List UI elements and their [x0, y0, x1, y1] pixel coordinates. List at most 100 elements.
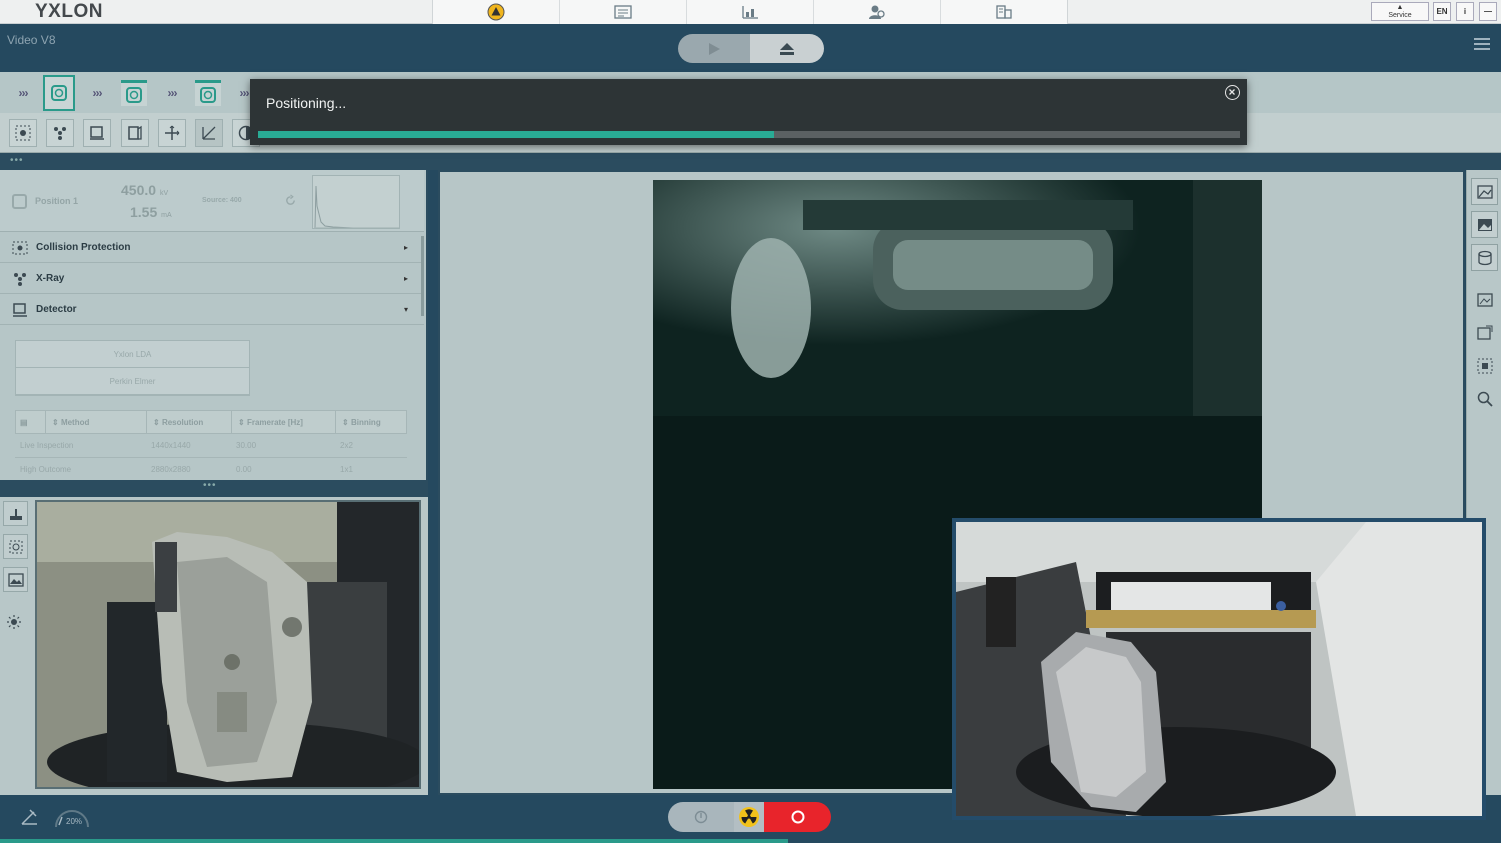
panel-splitter[interactable]: ••• — [0, 153, 1501, 170]
column-header[interactable]: ⇕ Framerate [Hz] — [232, 411, 336, 433]
detector-item[interactable]: Perkin Elmer — [16, 368, 249, 395]
source-status-box: Position 1 450.0 kV 1.55 mA Source: 400 — [0, 170, 424, 232]
inspection-plan-icon — [614, 5, 632, 19]
nav-tab-statistics[interactable] — [687, 0, 814, 24]
door-tool[interactable] — [121, 119, 149, 147]
nav-tab-warning[interactable] — [433, 0, 560, 24]
roi-icon — [1477, 358, 1492, 373]
collision-protection-tool[interactable] — [9, 119, 37, 147]
xray-tool[interactable] — [46, 119, 74, 147]
image-adjust-button[interactable] — [1471, 178, 1498, 205]
power-on-button[interactable] — [668, 802, 734, 832]
transport-controls — [678, 34, 824, 63]
section-detector[interactable]: Detector ▾ — [0, 295, 424, 325]
panel-scrollbar[interactable] — [421, 236, 424, 316]
manipulator-tool[interactable] — [158, 119, 186, 147]
main-navigation — [432, 0, 1068, 24]
image-button[interactable] — [1471, 211, 1498, 238]
column-header[interactable]: ⇕ Resolution — [147, 411, 232, 433]
play-button[interactable] — [678, 34, 750, 63]
storage-button[interactable] — [1471, 244, 1498, 271]
camera-splitter[interactable]: ••• — [0, 480, 428, 497]
language-button[interactable]: EN — [1433, 2, 1451, 21]
save-image-button[interactable] — [1471, 286, 1498, 313]
table-row[interactable]: High Outcome 2880x2880 0.00 1x1 — [15, 458, 407, 480]
minimize-button[interactable]: — — [1479, 2, 1497, 21]
brightness-icon[interactable] — [7, 615, 21, 634]
info-button[interactable]: i — [1456, 2, 1474, 21]
reset-icon[interactable] — [284, 194, 297, 207]
service-user-icon: ▲ — [1396, 4, 1404, 11]
warning-icon — [487, 3, 505, 21]
close-button[interactable] — [1225, 85, 1240, 100]
camera-image — [37, 502, 419, 787]
table-cell: 1440x1440 — [151, 441, 191, 450]
radiation-icon — [11, 271, 31, 287]
measurement-tool[interactable] — [195, 119, 223, 147]
door-icon — [128, 125, 142, 140]
table-cell: 2880x2880 — [151, 465, 191, 474]
workflow-dots-icon[interactable]: ››› — [14, 76, 32, 110]
nav-tab-system[interactable] — [941, 0, 1067, 24]
nav-tab-inspection-plan[interactable] — [560, 0, 687, 24]
roi-button[interactable] — [1471, 352, 1498, 379]
eject-icon — [780, 42, 794, 55]
column-header[interactable]: ⇕ Method — [46, 411, 147, 433]
xray-off-button[interactable] — [764, 802, 831, 832]
power-icon — [694, 810, 708, 824]
table-cell: 2x2 — [340, 441, 353, 450]
detector-mode-table: ▤ ⇕ Method ⇕ Resolution ⇕ Framerate [Hz]… — [15, 410, 407, 480]
hamburger-menu-button[interactable] — [1474, 37, 1490, 57]
workflow-step-3[interactable] — [195, 76, 221, 110]
workflow-step-1[interactable] — [43, 75, 75, 111]
pip-camera-view[interactable] — [952, 518, 1486, 820]
manipulator-icon — [9, 508, 22, 520]
position-label: Position 1 — [35, 196, 79, 206]
voltage-unit: kV — [159, 190, 169, 197]
workflow-dots-icon[interactable]: ››› — [88, 76, 106, 110]
workflow-step-icon — [195, 80, 221, 106]
workflow-step-2[interactable] — [121, 76, 147, 110]
source-icon — [12, 194, 27, 209]
left-settings-panel: Position 1 450.0 kV 1.55 mA Source: 400 … — [0, 170, 428, 480]
section-label: Collision Protection — [36, 242, 131, 253]
export-image-button[interactable] — [1471, 319, 1498, 346]
section-collision-protection[interactable]: Collision Protection ▸ — [0, 233, 424, 263]
eject-button[interactable] — [750, 34, 824, 63]
xray-on-button[interactable] — [734, 802, 764, 832]
workflow-dots-icon[interactable]: ››› — [163, 76, 181, 110]
move-arrows-icon — [165, 125, 180, 140]
positioning-dialog: Positioning... — [250, 79, 1247, 145]
hamburger-icon — [1474, 38, 1490, 50]
workflow-dots-icon[interactable]: ››› — [237, 76, 251, 110]
section-xray[interactable]: X-Ray ▸ — [0, 264, 424, 294]
measure-tool-icon[interactable] — [20, 808, 40, 831]
table-settings-icon[interactable]: ▤ — [16, 411, 46, 433]
collision-icon — [15, 125, 31, 141]
users-icon — [869, 5, 885, 19]
radiation-hazard-icon — [739, 807, 759, 827]
yxlon-logo: YXLON — [35, 1, 103, 22]
camera-manipulator-button[interactable] — [3, 501, 28, 526]
image-icon — [1477, 218, 1492, 231]
picture-icon — [7, 572, 24, 587]
service-button[interactable]: ▲ Service — [1371, 2, 1429, 21]
camera-focus-button[interactable] — [3, 534, 28, 559]
camera-toolbar — [0, 497, 32, 795]
detector-icon — [90, 126, 104, 140]
close-icon — [1229, 89, 1235, 95]
table-row[interactable]: Live Inspection 1440x1440 30.00 2x2 — [15, 434, 407, 458]
camera-image-button[interactable] — [3, 567, 28, 592]
zoom-level: 20% — [66, 817, 83, 826]
column-header[interactable]: ⇕ Binning — [336, 411, 406, 433]
zoom-button[interactable] — [1471, 385, 1498, 412]
service-label: Service — [1388, 12, 1412, 19]
section-label: Detector — [36, 304, 77, 315]
current-unit: mA — [161, 212, 172, 219]
detector-list: Yxlon LDA Perkin Elmer — [15, 340, 250, 396]
table-cell: 0.00 — [236, 465, 252, 474]
current-readout: 1.55 mA — [130, 204, 172, 220]
nav-tab-users[interactable] — [814, 0, 941, 24]
detector-tool[interactable] — [83, 119, 111, 147]
detector-item[interactable]: Yxlon LDA — [16, 341, 249, 368]
